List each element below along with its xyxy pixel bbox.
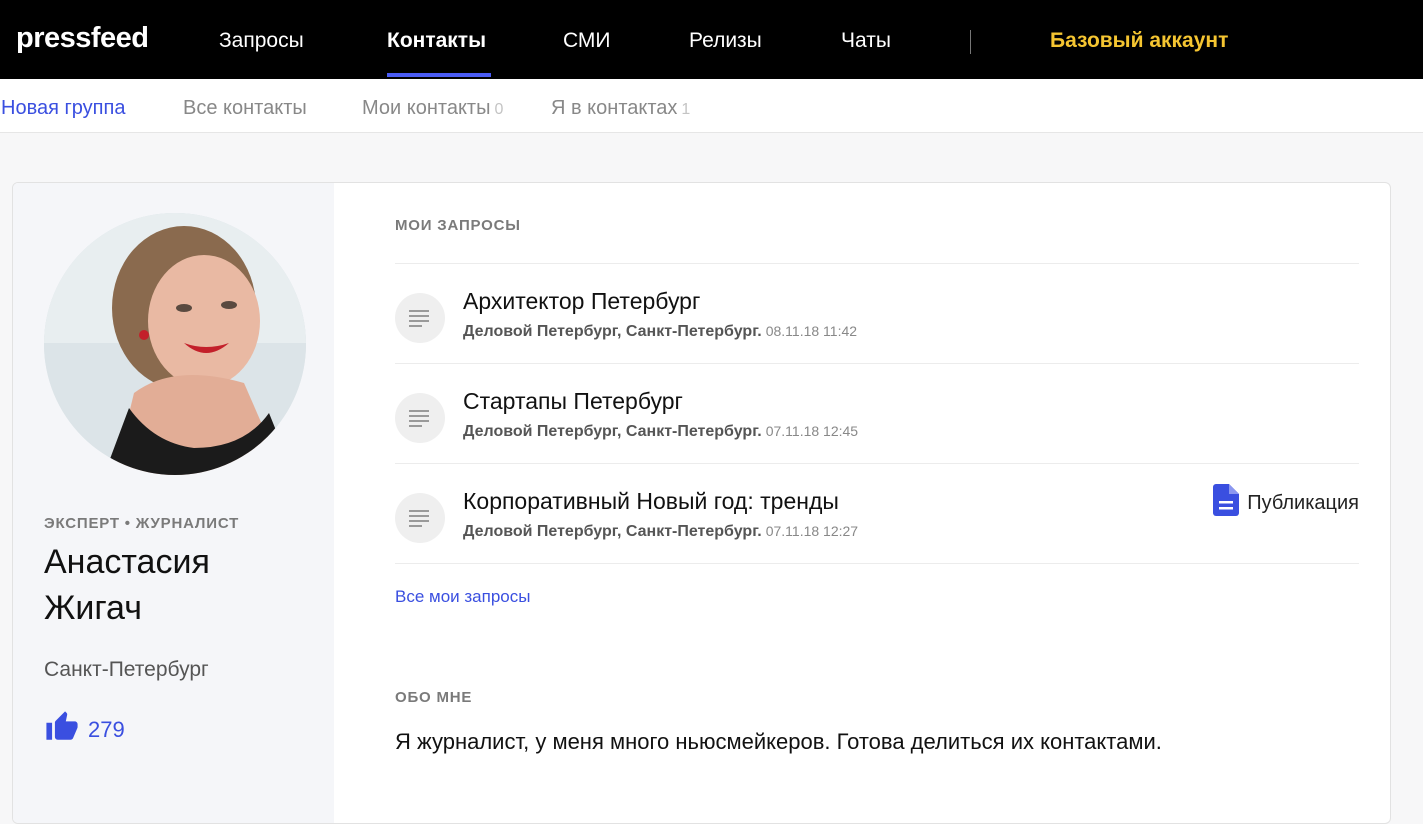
my-contacts-label: Мои контакты: [362, 97, 491, 119]
logo[interactable]: pressfeed: [16, 22, 149, 55]
request-date: 07.11.18 12:45: [765, 423, 859, 439]
request-item[interactable]: Стартапы Петербург Деловой Петербург, Са…: [395, 364, 1359, 464]
request-date: 08.11.18 11:42: [765, 323, 858, 339]
all-requests-link[interactable]: Все мои запросы: [395, 587, 530, 607]
request-meta: Деловой Петербург, Санкт-Петербург. 08.11…: [463, 323, 857, 341]
likes[interactable]: 279: [44, 710, 125, 749]
thumbs-up-icon: [44, 710, 80, 749]
nav-chats[interactable]: Чаты: [841, 29, 891, 53]
new-group-link[interactable]: Новая группа: [1, 97, 125, 120]
nav-requests[interactable]: Запросы: [219, 29, 304, 53]
sub-navbar: Новая группа Все контакты Мои контакты 0 …: [0, 79, 1423, 133]
request-item[interactable]: Корпоративный Новый год: тренды Деловой …: [395, 464, 1359, 564]
profile-name: Анастасия Жигач: [44, 543, 210, 627]
top-navbar: pressfeed Запросы Контакты СМИ Релизы Ча…: [0, 0, 1423, 79]
about-text: Я журналист, у меня много ньюсмейкеров. …: [395, 729, 1162, 754]
publication-badge[interactable]: Публикация: [1213, 484, 1359, 522]
in-contacts-tab[interactable]: Я в контактах 1: [551, 97, 690, 120]
requests-section-title: МОИ ЗАПРОСЫ: [395, 217, 521, 234]
request-date: 07.11.18 12:27: [765, 523, 859, 539]
document-lines-icon: [395, 493, 445, 543]
request-title[interactable]: Корпоративный Новый год: тренды: [463, 488, 839, 515]
request-title[interactable]: Архитектор Петербург: [463, 288, 700, 315]
request-item[interactable]: Архитектор Петербург Деловой Петербург, …: [395, 264, 1359, 364]
nav-active-indicator: [387, 73, 491, 77]
account-plan-link[interactable]: Базовый аккаунт: [1050, 29, 1228, 53]
in-contacts-count: 1: [681, 101, 691, 118]
all-contacts-tab[interactable]: Все контакты: [183, 97, 307, 120]
my-contacts-tab[interactable]: Мои контакты 0: [362, 97, 503, 120]
nav-divider: [970, 30, 971, 54]
request-meta: Деловой Петербург, Санкт-Петербург. 07.11…: [463, 523, 858, 541]
file-document-icon: [1213, 484, 1240, 522]
document-lines-icon: [395, 393, 445, 443]
request-source: Деловой Петербург, Санкт-Петербург.: [463, 323, 762, 340]
my-contacts-count: 0: [494, 101, 504, 118]
request-source: Деловой Петербург, Санкт-Петербург.: [463, 523, 762, 540]
request-meta: Деловой Петербург, Санкт-Петербург. 07.11…: [463, 423, 858, 441]
profile-sidebar: ЭКСПЕРТ • ЖУРНАЛИСТ Анастасия Жигач Санк…: [13, 183, 334, 823]
nav-releases[interactable]: Релизы: [689, 29, 762, 53]
publication-label: Публикация: [1247, 491, 1359, 514]
request-title[interactable]: Стартапы Петербург: [463, 388, 683, 415]
request-source: Деловой Петербург, Санкт-Петербург.: [463, 423, 762, 440]
profile-role: ЭКСПЕРТ • ЖУРНАЛИСТ: [44, 515, 240, 532]
about-section-title: ОБО МНЕ: [395, 689, 473, 706]
profile-card: ЭКСПЕРТ • ЖУРНАЛИСТ Анастасия Жигач Санк…: [12, 182, 1391, 824]
profile-city: Санкт-Петербург: [44, 658, 209, 681]
document-lines-icon: [395, 293, 445, 343]
requests-list: Архитектор Петербург Деловой Петербург, …: [395, 263, 1359, 564]
in-contacts-label: Я в контактах: [551, 97, 678, 119]
nav-contacts[interactable]: Контакты: [387, 29, 486, 53]
likes-count: 279: [88, 716, 125, 742]
avatar: [44, 213, 306, 475]
nav-media[interactable]: СМИ: [563, 29, 611, 53]
avatar-photo: [44, 213, 306, 475]
